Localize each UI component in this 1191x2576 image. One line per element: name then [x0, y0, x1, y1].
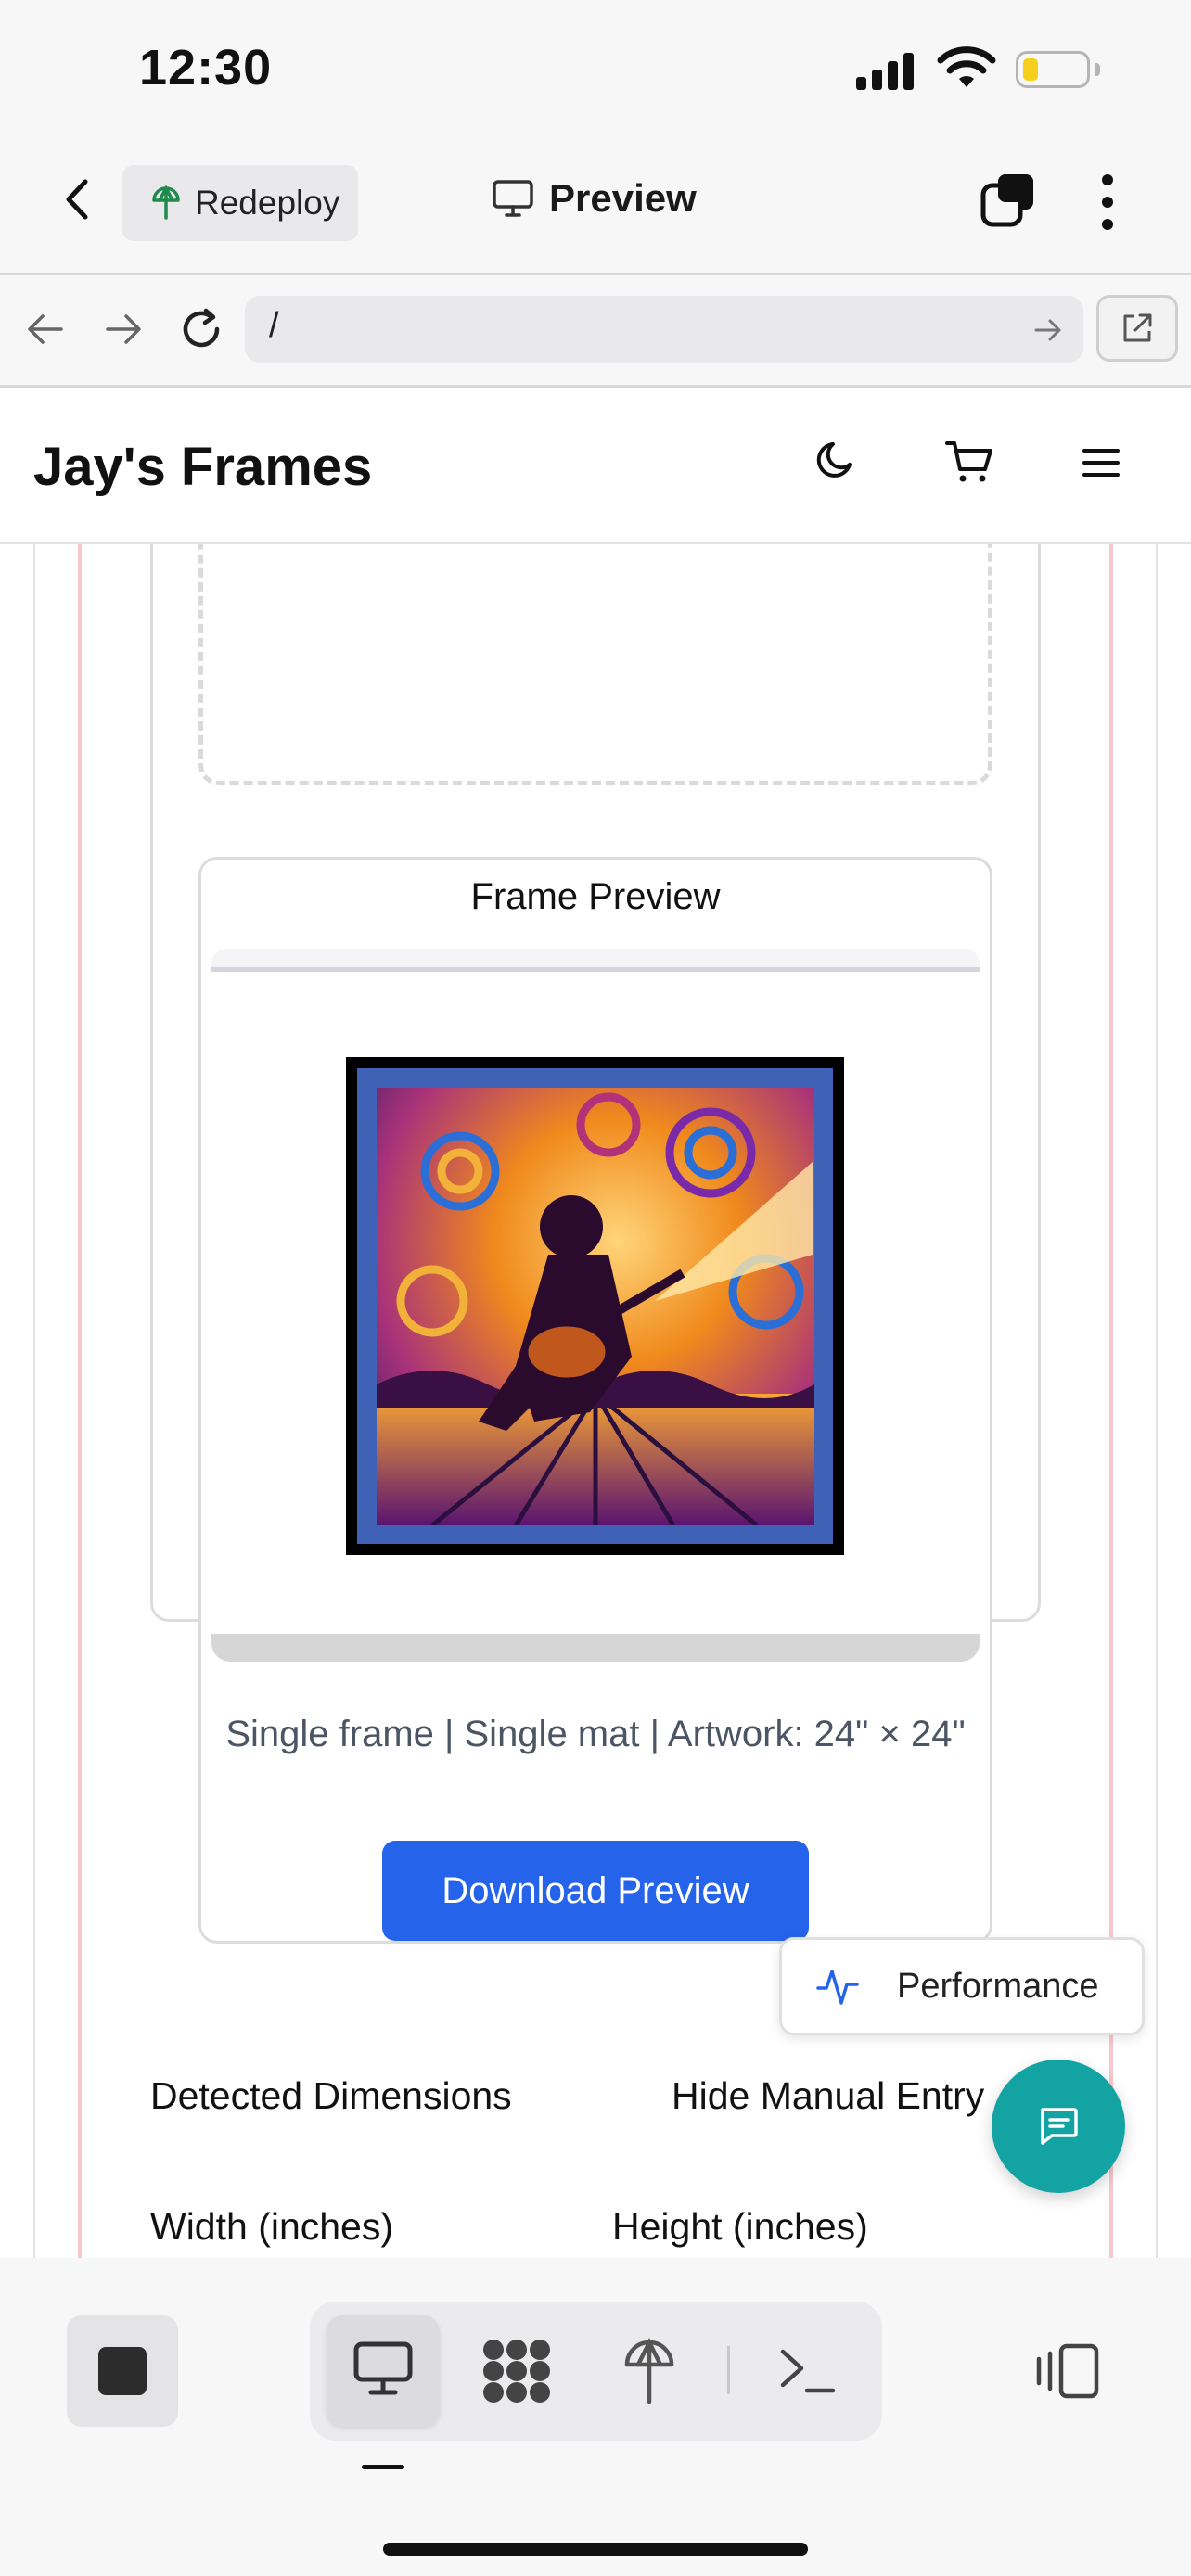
url-path-text: /	[269, 306, 279, 345]
artwork-image	[377, 1088, 814, 1525]
guide-line-left	[78, 544, 82, 2258]
terminal-icon[interactable]	[777, 2344, 839, 2396]
more-vertical-icon[interactable]	[1095, 172, 1121, 232]
deployments-tab-icon[interactable]	[621, 2337, 677, 2405]
stop-icon	[98, 2347, 147, 2395]
monitor-icon	[493, 180, 533, 217]
battery-icon	[1016, 51, 1090, 88]
battery-nub	[1095, 63, 1100, 76]
preview-tray-top	[211, 949, 980, 972]
go-arrow-icon[interactable]	[1033, 317, 1063, 343]
wifi-icon	[937, 46, 996, 87]
nav-back-arrow-icon[interactable]	[26, 312, 65, 346]
frame-summary-caption: Single frame | Single mat | Artwork: 24"…	[225, 1714, 966, 1754]
device-layout-icon[interactable]	[1035, 2342, 1102, 2400]
upload-dropzone[interactable]	[198, 544, 992, 785]
preview-tray-bottom	[211, 1634, 980, 1662]
stop-button[interactable]	[67, 2315, 178, 2427]
status-time: 12:30	[139, 40, 273, 96]
monitor-tab-icon	[353, 2341, 413, 2395]
home-indicator	[383, 2543, 808, 2556]
redeploy-label: Redeploy	[195, 184, 340, 222]
preview-tab-title: Preview	[492, 176, 697, 221]
frame-preview-heading: Frame Preview	[470, 876, 721, 917]
height-inches-label: Height (inches)	[612, 2205, 868, 2248]
activity-pulse-icon	[816, 1970, 859, 2005]
chat-button[interactable]	[992, 2060, 1125, 2193]
detected-dimensions-label: Detected Dimensions	[150, 2074, 512, 2117]
container-edge-right	[1156, 544, 1158, 2258]
download-preview-button[interactable]: Download Preview	[382, 1841, 809, 1941]
performance-button[interactable]: Performance	[779, 1937, 1145, 2035]
tab-divider	[727, 2346, 730, 2394]
redeploy-button[interactable]: Redeploy	[122, 165, 358, 241]
preview-title-text: Preview	[549, 176, 697, 220]
moon-icon[interactable]	[813, 439, 857, 483]
open-external-button[interactable]	[1096, 295, 1178, 362]
chat-icon	[1041, 2108, 1078, 2145]
hamburger-menu-icon[interactable]	[1082, 447, 1121, 478]
workspace-pattern-icon[interactable]	[482, 2339, 551, 2404]
toggle-manual-entry-button[interactable]: Hide Manual Entry	[672, 2074, 984, 2118]
cellular-signal-icon	[856, 51, 921, 90]
cart-icon[interactable]	[944, 439, 994, 485]
reload-icon[interactable]	[178, 306, 224, 352]
deploy-icon	[152, 185, 180, 220]
back-chevron-icon[interactable]	[58, 176, 98, 223]
nav-forward-arrow-icon[interactable]	[104, 312, 143, 346]
external-link-icon	[1123, 313, 1152, 342]
url-input[interactable]	[245, 296, 1083, 363]
page-content: Frame Preview Single frame | Single mat …	[0, 544, 1191, 2258]
site-title[interactable]: Jay's Frames	[33, 436, 372, 498]
performance-label: Performance	[897, 1966, 1099, 2006]
multi-window-icon[interactable]	[978, 171, 1039, 232]
width-inches-label: Width (inches)	[150, 2205, 394, 2248]
container-edge-left	[33, 544, 35, 2258]
active-tab-indicator	[362, 2465, 404, 2469]
